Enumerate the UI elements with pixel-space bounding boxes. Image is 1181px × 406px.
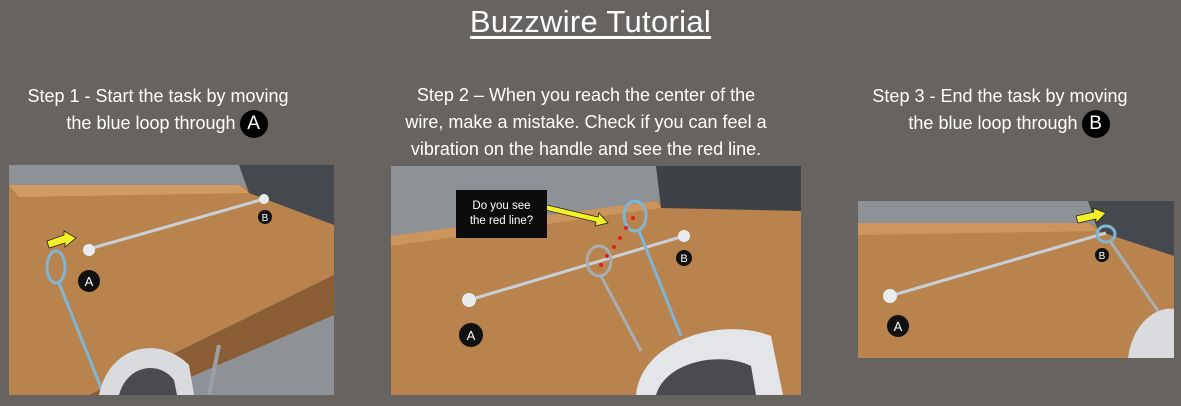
- step-3-instruction: Step 3 - End the task by moving the blue…: [850, 83, 1150, 139]
- step-2-line-2: wire, make a mistake. Check if you can f…: [405, 112, 767, 132]
- step-1-screenshot: A B: [9, 165, 334, 395]
- step-1-line-2: the blue loop through A: [8, 110, 308, 139]
- scene-1-label-a: A: [85, 274, 94, 289]
- step-3-screenshot: A B: [858, 201, 1174, 358]
- step-2-instruction: Step 2 – When you reach the center of th…: [380, 82, 792, 163]
- step-1-instruction: Step 1 - Start the task by moving the bl…: [8, 83, 308, 139]
- step-3-line-2: the blue loop through B: [850, 110, 1150, 139]
- page-title: Buzzwire Tutorial: [469, 4, 712, 39]
- step-2-screenshot: A B: [391, 166, 801, 395]
- scene-2-label-b: B: [680, 253, 687, 265]
- step-3-line-2-text: the blue loop through: [908, 113, 1078, 133]
- step-2-line-1: Step 2 – When you reach the center of th…: [416, 85, 756, 105]
- step-1-line-1: Step 1 - Start the task by moving: [27, 86, 289, 106]
- scene-2-label-a: A: [467, 328, 476, 343]
- scene-3-label-b: B: [1099, 251, 1106, 262]
- end-point-b-badge: B: [1081, 110, 1110, 139]
- step-1-line-2-text: the blue loop through: [66, 113, 236, 133]
- step-2-line-3: vibration on the handle and see the red …: [410, 139, 762, 159]
- step-3-line-1: Step 3 - End the task by moving: [872, 86, 1128, 106]
- start-point-a-badge: A: [239, 110, 268, 139]
- red-line-callout: Do you see the red line?: [456, 190, 547, 238]
- scene-3-label-a: A: [894, 319, 903, 334]
- scene-1-label-b: B: [262, 213, 269, 224]
